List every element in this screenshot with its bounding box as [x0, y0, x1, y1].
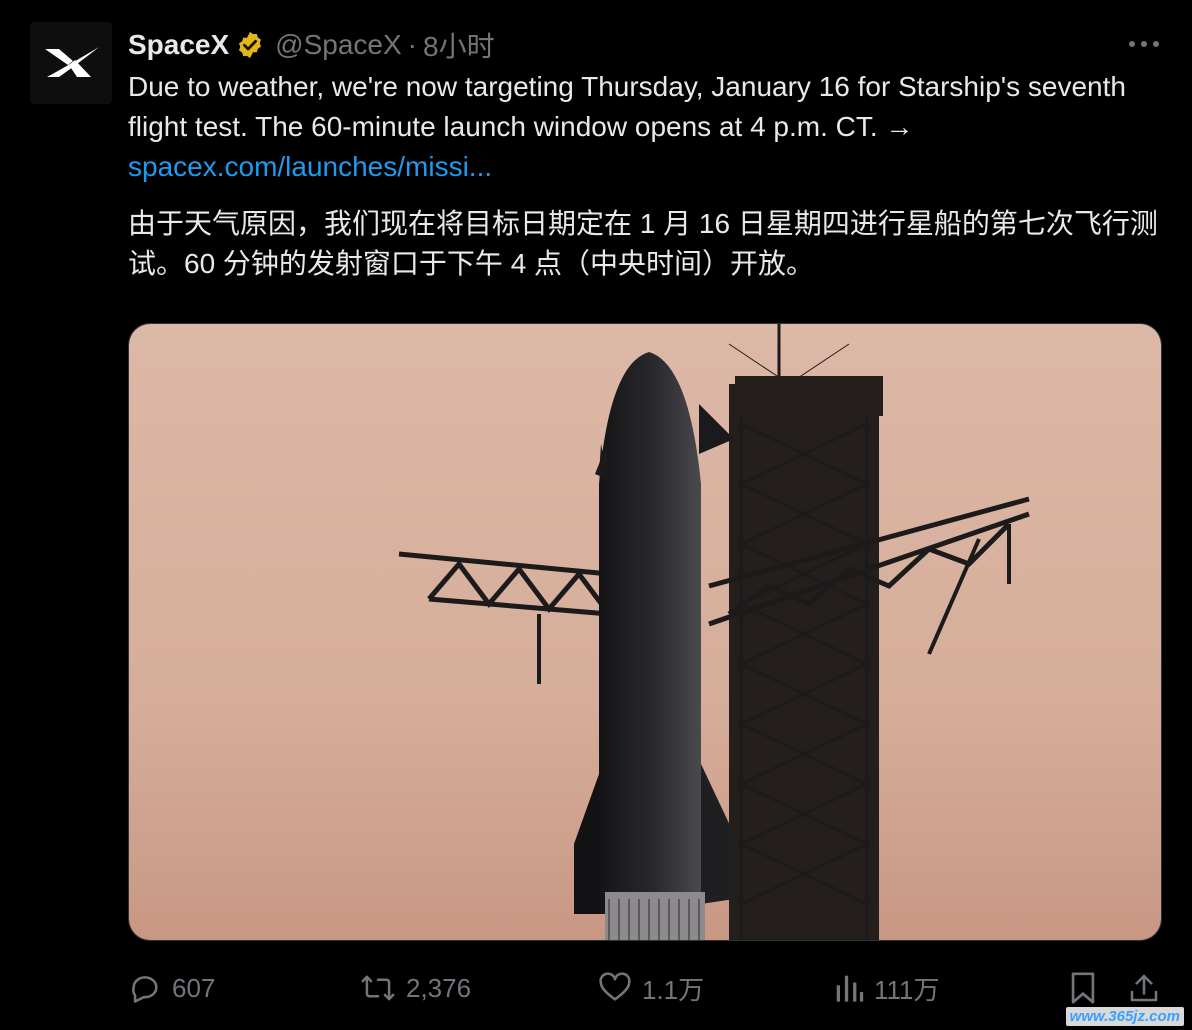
like-count: 1.1万 — [642, 974, 705, 1005]
retweet-icon — [361, 975, 395, 1001]
launch-tower — [728, 324, 879, 940]
tweet-actions: 607 2,376 1.1万 111万 — [128, 962, 1168, 1014]
like-button[interactable]: 1.1万 — [598, 962, 704, 1014]
like-icon — [599, 972, 631, 1001]
tweet-text: Due to weather, we're now targeting Thur… — [128, 71, 1126, 142]
retweet-count: 2,376 — [406, 972, 472, 1003]
timestamp[interactable]: 8小时 — [423, 25, 495, 65]
views-icon — [836, 975, 864, 1002]
retweet-button[interactable]: 2,376 — [360, 962, 471, 1014]
tweet-header: SpaceX @SpaceX · 8小时 — [128, 26, 495, 64]
avatar[interactable] — [30, 22, 112, 104]
tweet-text-chinese: 由于天气原因，我们现在将目标日期定在 1 月 16 日星期四进行星船的第七次飞行… — [128, 208, 1158, 279]
tweet-photo[interactable] — [128, 323, 1162, 941]
tweet[interactable]: SpaceX @SpaceX · 8小时 Due to weather, we'… — [0, 0, 1192, 1030]
spacex-logo-icon — [45, 47, 99, 77]
handle[interactable]: @SpaceX — [275, 29, 402, 61]
views-count: 111万 — [874, 974, 940, 1005]
tweet-text-english: Due to weather, we're now targeting Thur… — [128, 67, 1168, 187]
tweet-link[interactable]: spacex.com/launches/missi... — [128, 151, 492, 182]
separator: · — [407, 29, 417, 60]
bookmark-icon — [1071, 972, 1095, 1004]
reply-count: 607 — [172, 972, 216, 1003]
share-icon — [1130, 974, 1158, 1002]
display-name[interactable]: SpaceX — [128, 29, 229, 61]
views-button[interactable]: 111万 — [834, 962, 940, 1014]
reply-button[interactable]: 607 — [128, 962, 215, 1014]
verified-badge-icon[interactable] — [235, 30, 265, 60]
reply-icon — [132, 976, 158, 1003]
more-icon — [1129, 41, 1159, 47]
more-button[interactable] — [1126, 30, 1162, 58]
watermark: www.365jz.com — [1065, 1007, 1184, 1026]
